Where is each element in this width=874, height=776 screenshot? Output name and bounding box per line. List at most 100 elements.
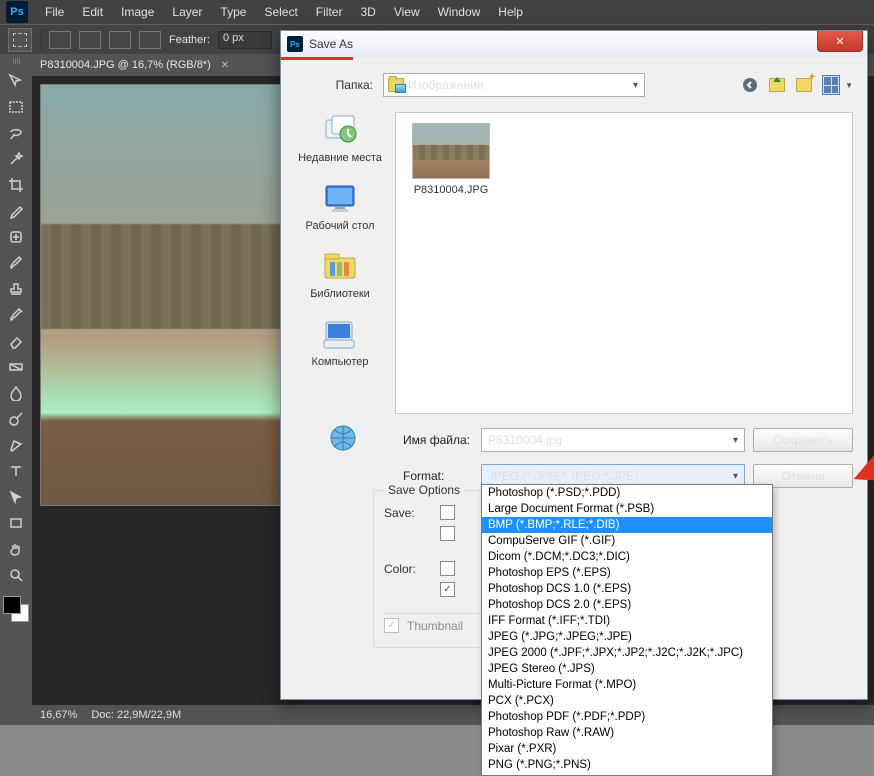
save-button[interactable]: Сохранить <box>753 428 853 452</box>
format-option[interactable]: Multi-Picture Format (*.MPO) <box>482 677 772 693</box>
shape-tool-icon[interactable] <box>4 512 28 534</box>
selection-mode-intersect[interactable] <box>139 31 161 49</box>
nav-view-dropdown-icon[interactable]: ▼ <box>845 81 853 90</box>
color-swatches[interactable] <box>3 596 29 622</box>
history-brush-tool-icon[interactable] <box>4 304 28 326</box>
selection-mode-subtract[interactable] <box>109 31 131 49</box>
eraser-tool-icon[interactable] <box>4 330 28 352</box>
format-option[interactable]: BMP (*.BMP;*.RLE;*.DIB) <box>482 517 772 533</box>
format-combo-value: JPEG (*.JPG;*.JPEG;*.JPE) <box>488 469 638 483</box>
status-zoom[interactable]: 16,67% <box>40 709 77 721</box>
lasso-tool-icon[interactable] <box>4 122 28 144</box>
format-option[interactable]: Large Document Format (*.PSB) <box>482 501 772 517</box>
format-option[interactable]: JPEG (*.JPG;*.JPEG;*.JPE) <box>482 629 772 645</box>
current-tool-preview[interactable] <box>8 28 32 52</box>
format-option[interactable]: Photoshop PDF (*.PDF;*.PDP) <box>482 709 772 725</box>
tools-panel <box>0 54 32 622</box>
separator <box>40 30 41 50</box>
color-chk-2[interactable]: ✓ <box>440 582 455 597</box>
format-option[interactable]: IFF Format (*.IFF;*.TDI) <box>482 613 772 629</box>
recent-icon <box>320 112 360 148</box>
file-list[interactable]: P8310004.JPG <box>395 112 853 414</box>
menu-type[interactable]: Type <box>211 0 255 24</box>
place-desktop[interactable]: Рабочий стол <box>305 180 374 232</box>
format-option[interactable]: JPEG Stereo (*.JPS) <box>482 661 772 677</box>
file-item-name: P8310004.JPG <box>414 184 489 196</box>
menu-window[interactable]: Window <box>429 0 490 24</box>
place-label: Недавние места <box>298 152 382 164</box>
stamp-tool-icon[interactable] <box>4 278 28 300</box>
dialog-titlebar[interactable]: Ps Save As <box>281 31 867 57</box>
selection-mode-add[interactable] <box>79 31 101 49</box>
network-globe-icon <box>325 422 365 458</box>
format-option[interactable]: Pixar (*.PXR) <box>482 741 772 757</box>
path-select-tool-icon[interactable] <box>4 486 28 508</box>
filename-input[interactable]: P8310004.jpg <box>481 428 745 452</box>
panel-grip[interactable] <box>2 58 30 66</box>
libraries-icon <box>320 248 360 284</box>
nav-view-icon[interactable] <box>822 76 840 94</box>
hand-tool-icon[interactable] <box>4 538 28 560</box>
magic-wand-tool-icon[interactable] <box>4 148 28 170</box>
filename-label: Имя файла: <box>403 433 473 447</box>
format-option[interactable]: PNG (*.PNG;*.PNS) <box>482 757 772 773</box>
desktop-icon <box>320 180 360 216</box>
healing-brush-tool-icon[interactable] <box>4 226 28 248</box>
save-chk-1[interactable] <box>440 505 455 520</box>
color-chk-1[interactable] <box>440 561 455 576</box>
menu-layer[interactable]: Layer <box>163 0 211 24</box>
menu-image[interactable]: Image <box>112 0 163 24</box>
blur-tool-icon[interactable] <box>4 382 28 404</box>
save-row-label: Save: <box>384 506 432 520</box>
save-as-dialog: Ps Save As ✕ Папка: Изображения <box>280 30 868 700</box>
close-tab-icon[interactable]: ✕ <box>221 60 229 71</box>
gradient-tool-icon[interactable] <box>4 356 28 378</box>
menu-help[interactable]: Help <box>489 0 532 24</box>
menu-edit[interactable]: Edit <box>73 0 112 24</box>
menu-select[interactable]: Select <box>255 0 306 24</box>
folder-combo[interactable]: Изображения <box>383 73 645 97</box>
crop-tool-icon[interactable] <box>4 174 28 196</box>
dodge-tool-icon[interactable] <box>4 408 28 430</box>
place-libraries[interactable]: Библиотеки <box>310 248 370 300</box>
file-item[interactable]: P8310004.JPG <box>406 123 496 196</box>
move-tool-icon[interactable] <box>4 70 28 92</box>
eyedropper-tool-icon[interactable] <box>4 200 28 222</box>
save-chk-2[interactable] <box>440 526 455 541</box>
thumbnail-checkbox: ✓ <box>384 618 399 633</box>
feather-label: Feather: <box>169 34 210 46</box>
place-label: Библиотеки <box>310 288 370 300</box>
menu-3d[interactable]: 3D <box>351 0 384 24</box>
marquee-tool-icon[interactable] <box>4 96 28 118</box>
nav-back-icon[interactable] <box>741 76 759 94</box>
nav-up-icon[interactable] <box>768 76 786 94</box>
place-recent[interactable]: Недавние места <box>298 112 382 164</box>
selection-mode-new[interactable] <box>49 31 71 49</box>
folder-label: Папка: <box>295 78 373 92</box>
menu-filter[interactable]: Filter <box>307 0 352 24</box>
place-computer[interactable]: Компьютер <box>312 316 369 368</box>
format-option[interactable]: Photoshop (*.PSD;*.PDD) <box>482 485 772 501</box>
menu-file[interactable]: File <box>36 0 73 24</box>
type-tool-icon[interactable] <box>4 460 28 482</box>
format-option[interactable]: Photoshop Raw (*.RAW) <box>482 725 772 741</box>
format-option[interactable]: PCX (*.PCX) <box>482 693 772 709</box>
format-option[interactable]: JPEG 2000 (*.JPF;*.JPX;*.JP2;*.J2C;*.J2K… <box>482 645 772 661</box>
format-option[interactable]: Photoshop DCS 1.0 (*.EPS) <box>482 581 772 597</box>
app-logo: Ps <box>6 1 28 23</box>
pen-tool-icon[interactable] <box>4 434 28 456</box>
menubar: Ps FileEditImageLayerTypeSelectFilter3DV… <box>0 0 874 24</box>
menu-view[interactable]: View <box>385 0 429 24</box>
computer-icon <box>320 316 360 352</box>
format-option[interactable]: Photoshop DCS 2.0 (*.EPS) <box>482 597 772 613</box>
brush-tool-icon[interactable] <box>4 252 28 274</box>
format-option[interactable]: CompuServe GIF (*.GIF) <box>482 533 772 549</box>
dialog-close-button[interactable]: ✕ <box>817 31 863 52</box>
format-option[interactable]: Dicom (*.DCM;*.DC3;*.DIC) <box>482 549 772 565</box>
feather-input[interactable]: 0 px <box>218 31 272 49</box>
format-dropdown-list[interactable]: Photoshop (*.PSD;*.PDD)Large Document Fo… <box>481 484 773 776</box>
nav-newfolder-icon[interactable] <box>795 76 813 94</box>
format-option[interactable]: Photoshop EPS (*.EPS) <box>482 565 772 581</box>
zoom-tool-icon[interactable] <box>4 564 28 586</box>
file-thumbnail <box>412 123 490 179</box>
